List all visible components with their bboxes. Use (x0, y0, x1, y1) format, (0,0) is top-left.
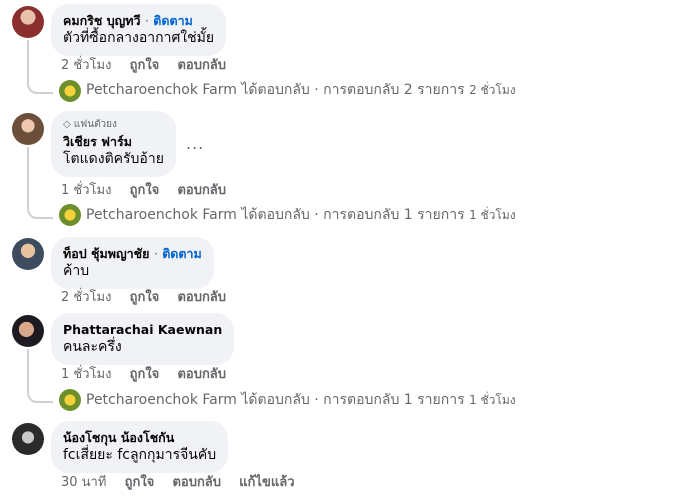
reply-page-name: Petcharoenchok Farm (86, 207, 237, 223)
comment-actions: 2 ชั่วโมง ถูกใจ ตอบกลับ (61, 57, 240, 74)
thread-connector (27, 78, 53, 94)
comment-time[interactable]: 1 ชั่วโมง (61, 367, 111, 382)
reply-page-name: Petcharoenchok Farm (86, 392, 237, 408)
commenter-avatar[interactable] (12, 238, 44, 270)
comment-actions: 1 ชั่วโมง ถูกใจ ตอบกลับ (61, 366, 240, 383)
reply-page-name: Petcharoenchok Farm (86, 82, 237, 98)
separator-dot: · (153, 246, 158, 261)
thread-connector (27, 387, 53, 403)
commenter-name[interactable]: ท็อป ชุ้มพญาชัย (63, 246, 149, 261)
top-fan-badge: ◇ แฟนตัวยง (63, 118, 164, 131)
view-replies-link[interactable]: Petcharoenchok Farm ได้ตอบกลับ · การตอบก… (86, 391, 516, 410)
reply-button[interactable]: ตอบกลับ (177, 367, 226, 382)
view-replies-link[interactable]: Petcharoenchok Farm ได้ตอบกลับ · การตอบก… (86, 206, 516, 225)
reply-count: การตอบกลับ 2 รายการ (323, 82, 465, 98)
commenter-avatar[interactable] (12, 113, 44, 145)
separator-dot: · (314, 392, 319, 408)
commenter-name[interactable]: คมกริช บุญทวี (63, 13, 141, 28)
like-button[interactable]: ถูกใจ (130, 290, 160, 305)
reply-action-text: ได้ตอบกลับ (241, 207, 310, 223)
page-avatar (59, 80, 81, 102)
comment-bubble: Phattarachai Kaewnan คนละครึ่ง (51, 313, 235, 365)
comment-time[interactable]: 1 ชั่วโมง (61, 183, 111, 198)
reply-time: 1 ชั่วโมง (469, 393, 516, 407)
comment-time[interactable]: 30 นาที (61, 475, 106, 490)
thread-line (27, 147, 29, 207)
reply-button[interactable]: ตอบกลับ (177, 290, 226, 305)
follow-button[interactable]: ติดตาม (162, 246, 202, 261)
comment-bubble: คมกริช บุญทวี · ติดตาม ตัวที่ซื้อกลางอาก… (51, 4, 227, 56)
comment-time[interactable]: 2 ชั่วโมง (61, 290, 111, 305)
thread-line (27, 40, 29, 82)
comment-bubble: น้องโชกุน น้องโชกัน fcเสี่ยยะ fcลูกกุมาร… (51, 421, 229, 473)
diamond-icon: ◇ (63, 119, 71, 130)
edited-label[interactable]: แก้ไขแล้ว (239, 475, 294, 490)
reply-time: 1 ชั่วโมง (469, 208, 516, 222)
commenter-name[interactable]: น้องโชกุน น้องโชกัน (63, 430, 174, 445)
reply-button[interactable]: ตอบกลับ (177, 183, 226, 198)
commenter-avatar[interactable] (12, 423, 44, 455)
reply-count: การตอบกลับ 1 รายการ (323, 392, 465, 408)
separator-dot: · (314, 82, 319, 98)
like-button[interactable]: ถูกใจ (130, 183, 160, 198)
comment-actions: 30 นาที ถูกใจ ตอบกลับ แก้ไขแล้ว (61, 474, 309, 491)
comment-bubble: ท็อป ชุ้มพญาชัย · ติดตาม ค้าบ (51, 237, 214, 289)
follow-button[interactable]: ติดตาม (153, 13, 193, 28)
reply-button[interactable]: ตอบกลับ (172, 475, 221, 490)
like-button[interactable]: ถูกใจ (125, 475, 155, 490)
like-button[interactable]: ถูกใจ (130, 58, 160, 73)
reply-action-text: ได้ตอบกลับ (241, 82, 310, 98)
reply-time: 2 ชั่วโมง (469, 83, 516, 97)
badge-label: แฟนตัวยง (73, 119, 117, 130)
comment-actions: 1 ชั่วโมง ถูกใจ ตอบกลับ (61, 182, 240, 199)
commenter-avatar[interactable] (12, 6, 44, 38)
separator-dot: · (144, 13, 149, 28)
more-options-icon[interactable]: ... (186, 134, 204, 153)
separator-dot: · (314, 207, 319, 223)
page-avatar (59, 389, 81, 411)
comment-text: โตแดงติครับอ้าย (63, 151, 164, 167)
commenter-avatar[interactable] (12, 315, 44, 347)
commenter-name[interactable]: Phattarachai Kaewnan (63, 322, 222, 337)
comment-text: คนละครึ่ง (63, 339, 122, 355)
reply-action-text: ได้ตอบกลับ (241, 392, 310, 408)
commenter-name[interactable]: วิเชียร ฟาร์ม (63, 134, 132, 149)
reply-button[interactable]: ตอบกลับ (177, 58, 226, 73)
comment-actions: 2 ชั่วโมง ถูกใจ ตอบกลับ (61, 289, 240, 306)
comment-text: ตัวที่ซื้อกลางอากาศใช่มั้ย (63, 30, 215, 46)
thread-line (27, 349, 29, 391)
reply-count: การตอบกลับ 1 รายการ (323, 207, 465, 223)
view-replies-link[interactable]: Petcharoenchok Farm ได้ตอบกลับ · การตอบก… (86, 81, 516, 100)
thread-connector (27, 203, 53, 219)
comment-text: ค้าบ (63, 263, 90, 279)
like-button[interactable]: ถูกใจ (130, 367, 160, 382)
comment-text: fcเสี่ยยะ fcลูกกุมารจีนคับ (63, 447, 217, 463)
page-avatar (59, 204, 81, 226)
comment-bubble: ◇ แฟนตัวยง วิเชียร ฟาร์ม โตแดงติครับอ้าย (51, 111, 176, 177)
comment-time[interactable]: 2 ชั่วโมง (61, 58, 111, 73)
